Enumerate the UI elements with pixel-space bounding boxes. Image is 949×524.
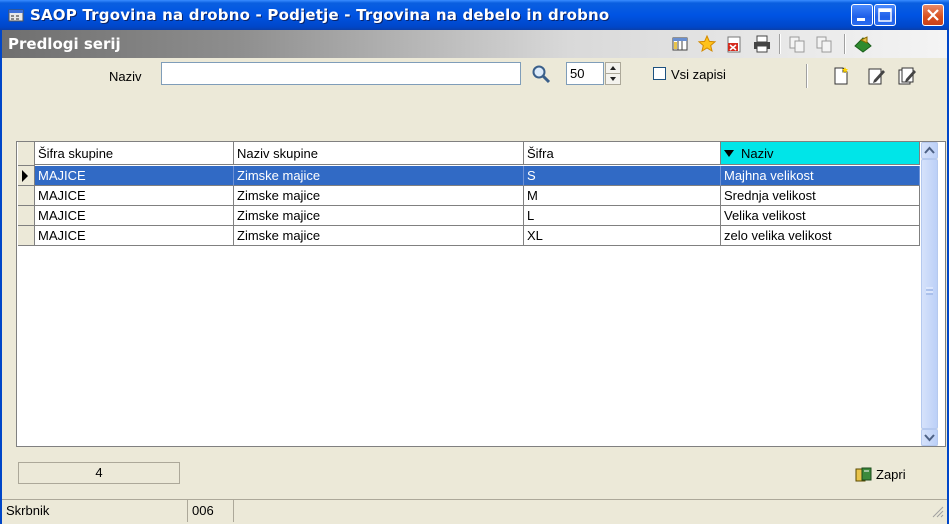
cell-sifra[interactable]: M bbox=[524, 186, 721, 206]
star-icon[interactable] bbox=[697, 34, 717, 54]
close-button-label: Zapri bbox=[876, 467, 906, 482]
all-records-checkbox[interactable] bbox=[653, 67, 666, 80]
record-limit-input[interactable]: 50 bbox=[566, 62, 604, 85]
naziv-label: Naziv bbox=[109, 69, 142, 84]
main-window: SAOP Trgovina na drobno - Podjetje - Trg… bbox=[0, 0, 949, 524]
table-row[interactable]: MAJICE Zimske majice S Majhna velikost bbox=[35, 166, 920, 186]
table-row[interactable]: MAJICE Zimske majice XL zelo velika veli… bbox=[35, 226, 920, 246]
column-header-naziv[interactable]: Naziv bbox=[721, 142, 920, 165]
cell-naziv[interactable]: Srednja velikost bbox=[721, 186, 920, 206]
close-button[interactable]: Zapri bbox=[854, 465, 906, 485]
scroll-down-button[interactable] bbox=[921, 429, 938, 446]
toolbar-separator bbox=[844, 34, 846, 54]
chevron-up-icon bbox=[924, 146, 935, 154]
all-records-label: Vsi zapisi bbox=[671, 67, 726, 82]
cell-sifra[interactable]: S bbox=[524, 166, 721, 186]
scroll-thumb[interactable] bbox=[921, 159, 938, 429]
module-title: Predlogi serij bbox=[8, 35, 121, 53]
app-icon bbox=[8, 9, 24, 22]
arrow-down-icon bbox=[610, 77, 616, 81]
new-record-icon[interactable] bbox=[831, 66, 851, 86]
close-icon bbox=[927, 9, 939, 21]
column-header-sifra[interactable]: Šifra bbox=[524, 142, 721, 165]
exit-icon[interactable] bbox=[853, 34, 873, 54]
cell-sifra-skupine[interactable]: MAJICE bbox=[35, 206, 234, 226]
spin-up-button[interactable] bbox=[606, 63, 620, 74]
search-bar: Naziv 50 Vsi zapisi bbox=[2, 58, 947, 96]
cell-sifra-skupine[interactable]: MAJICE bbox=[35, 166, 234, 186]
status-bar: Skrbnik 006 bbox=[2, 499, 947, 523]
export-icon[interactable] bbox=[724, 34, 744, 54]
cell-naziv[interactable]: zelo velika velikost bbox=[721, 226, 920, 246]
copy-icon[interactable] bbox=[787, 34, 807, 54]
row-indicator[interactable] bbox=[18, 186, 35, 206]
paste-icon[interactable] bbox=[814, 34, 834, 54]
print-icon[interactable] bbox=[752, 34, 772, 54]
grip-icon bbox=[926, 287, 933, 295]
cell-sifra[interactable]: L bbox=[524, 206, 721, 226]
window-title: SAOP Trgovina na drobno - Podjetje - Trg… bbox=[30, 6, 610, 24]
vertical-scrollbar[interactable] bbox=[921, 142, 938, 446]
cell-naziv-skupine[interactable]: Zimske majice bbox=[234, 166, 524, 186]
cell-sifra[interactable]: XL bbox=[524, 226, 721, 246]
maximize-button[interactable] bbox=[874, 4, 896, 26]
cell-sifra-skupine[interactable]: MAJICE bbox=[35, 186, 234, 206]
arrow-up-icon bbox=[610, 66, 616, 70]
toolbar-separator bbox=[806, 64, 808, 88]
minimize-button[interactable] bbox=[851, 4, 873, 26]
columns-icon[interactable] bbox=[670, 34, 690, 54]
maximize-icon bbox=[878, 8, 892, 22]
cell-naziv-skupine[interactable]: Zimske majice bbox=[234, 206, 524, 226]
status-user: Skrbnik bbox=[2, 500, 188, 522]
row-indicator[interactable] bbox=[18, 226, 35, 246]
edit-record-icon[interactable] bbox=[866, 66, 886, 86]
record-count: 4 bbox=[18, 462, 180, 484]
row-indicator[interactable] bbox=[18, 206, 35, 226]
close-window-button[interactable] bbox=[922, 4, 944, 26]
resize-grip-icon[interactable] bbox=[932, 506, 944, 518]
chevron-down-icon bbox=[924, 434, 935, 442]
title-bar[interactable]: SAOP Trgovina na drobno - Podjetje - Trg… bbox=[0, 0, 949, 30]
edit-multiple-icon[interactable] bbox=[897, 66, 917, 86]
row-indicator[interactable] bbox=[18, 166, 35, 186]
status-code: 006 bbox=[188, 500, 234, 522]
column-header-naziv-skupine[interactable]: Naziv skupine bbox=[234, 142, 524, 165]
current-row-arrow-icon bbox=[22, 170, 28, 182]
cell-naziv[interactable]: Velika velikost bbox=[721, 206, 920, 226]
cell-naziv-skupine[interactable]: Zimske majice bbox=[234, 226, 524, 246]
status-message bbox=[234, 500, 947, 522]
table-row[interactable]: MAJICE Zimske majice L Velika velikost bbox=[35, 206, 920, 226]
table-row[interactable]: MAJICE Zimske majice M Srednja velikost bbox=[35, 186, 920, 206]
cell-sifra-skupine[interactable]: MAJICE bbox=[35, 226, 234, 246]
module-header: Predlogi serij bbox=[2, 30, 947, 58]
column-header-sifra-skupine[interactable]: Šifra skupine bbox=[35, 142, 234, 165]
scroll-up-button[interactable] bbox=[921, 142, 938, 159]
close-book-icon bbox=[855, 467, 872, 482]
search-icon[interactable] bbox=[531, 64, 553, 84]
naziv-search-input[interactable] bbox=[161, 62, 521, 85]
sort-desc-icon bbox=[724, 150, 734, 157]
column-header-naziv-label: Naziv bbox=[741, 146, 774, 161]
toolbar-separator bbox=[779, 34, 781, 54]
cell-naziv-skupine[interactable]: Zimske majice bbox=[234, 186, 524, 206]
cell-naziv[interactable]: Majhna velikost bbox=[721, 166, 920, 186]
grid-header: Šifra skupine Naziv skupine Šifra Naziv bbox=[18, 142, 920, 166]
minimize-icon bbox=[857, 18, 865, 21]
spin-down-button[interactable] bbox=[606, 74, 620, 84]
record-limit-spinner[interactable] bbox=[605, 62, 621, 85]
window-border-left bbox=[0, 30, 2, 524]
